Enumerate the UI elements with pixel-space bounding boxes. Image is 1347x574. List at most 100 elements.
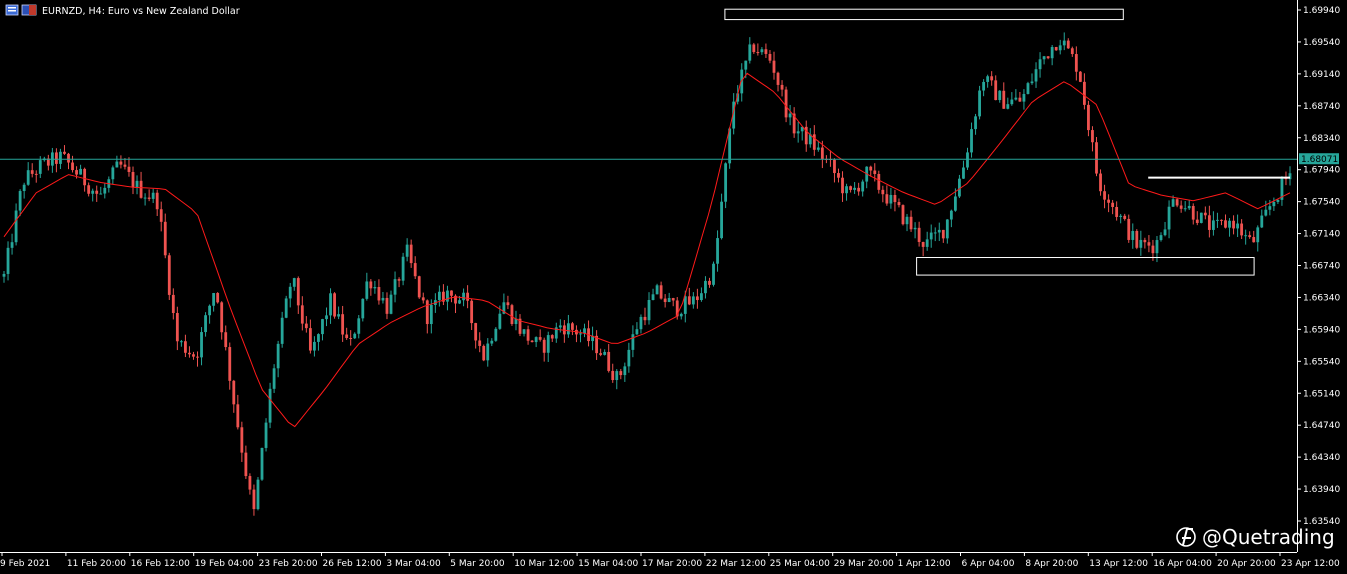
candle-body bbox=[1171, 199, 1175, 207]
candle bbox=[401, 252, 405, 286]
candle-body bbox=[1127, 218, 1131, 240]
candle-body bbox=[716, 238, 719, 264]
candle-body bbox=[1103, 191, 1106, 200]
candle-body bbox=[292, 278, 296, 287]
x-tick-label: 16 Feb 12:00 bbox=[131, 559, 190, 569]
candle-body bbox=[768, 53, 772, 61]
y-tick-label: 1.69140 bbox=[1303, 70, 1340, 80]
candle-body bbox=[812, 134, 816, 150]
candle-body bbox=[998, 90, 1002, 101]
candle-body bbox=[317, 334, 320, 342]
candle-body bbox=[30, 170, 34, 174]
candle-body bbox=[837, 173, 840, 178]
candle-body bbox=[325, 315, 328, 320]
candle-body bbox=[188, 352, 191, 355]
candle-body bbox=[623, 366, 627, 376]
candle-body bbox=[897, 202, 901, 206]
candle bbox=[655, 283, 659, 295]
candle-body bbox=[679, 313, 683, 317]
candle-body bbox=[401, 256, 405, 281]
candle-body bbox=[756, 52, 760, 54]
candle bbox=[216, 292, 220, 304]
candle-body bbox=[1002, 90, 1006, 109]
candle-body bbox=[1179, 205, 1183, 209]
candle-body bbox=[470, 300, 474, 324]
candle-body bbox=[550, 335, 554, 339]
candle-body bbox=[542, 339, 546, 353]
candle-body bbox=[220, 302, 224, 333]
candle-body bbox=[143, 197, 147, 199]
candle-body bbox=[1066, 40, 1070, 49]
candle-body bbox=[772, 60, 776, 73]
candle-body bbox=[75, 170, 78, 175]
candle-body bbox=[929, 232, 933, 240]
candle-body bbox=[1232, 220, 1235, 229]
candle-body bbox=[925, 239, 929, 247]
candle-body bbox=[1095, 142, 1098, 174]
candle-body bbox=[151, 192, 155, 199]
x-tick-label: 17 Mar 20:00 bbox=[642, 559, 702, 569]
candle-body bbox=[893, 194, 897, 203]
candle-body bbox=[599, 353, 603, 355]
candle-body bbox=[1111, 202, 1115, 207]
candle-body bbox=[869, 166, 873, 171]
y-tick-label: 1.65540 bbox=[1303, 357, 1340, 367]
candle-body bbox=[530, 340, 534, 343]
candle-body bbox=[115, 161, 119, 168]
candle-body bbox=[1187, 205, 1191, 209]
candle-body bbox=[1042, 56, 1046, 60]
chart-background bbox=[0, 0, 1347, 574]
candle bbox=[264, 418, 268, 452]
candle-body bbox=[204, 315, 207, 333]
candle-body bbox=[522, 329, 526, 334]
candle-body bbox=[700, 293, 703, 301]
candle-body bbox=[841, 177, 844, 194]
x-tick-label: 22 Mar 12:00 bbox=[706, 559, 766, 569]
candle-body bbox=[966, 152, 969, 168]
candle bbox=[1135, 229, 1139, 250]
candle-body bbox=[296, 278, 300, 306]
candle-body bbox=[1135, 230, 1139, 248]
candle-body bbox=[462, 292, 465, 301]
candle-body bbox=[1119, 215, 1123, 217]
candle-body bbox=[1248, 235, 1252, 238]
candle-body bbox=[639, 316, 643, 330]
x-tick-label: 23 Apr 12:00 bbox=[1281, 559, 1340, 569]
candle-body bbox=[945, 219, 949, 239]
candle bbox=[361, 298, 365, 322]
candle-body bbox=[413, 263, 417, 277]
candle-body bbox=[409, 244, 413, 264]
candle-body bbox=[820, 147, 824, 159]
x-tick-label: 23 Feb 20:00 bbox=[259, 559, 318, 569]
candle-body bbox=[937, 229, 941, 233]
candle-body bbox=[1123, 215, 1127, 219]
candle-body bbox=[284, 298, 288, 318]
candle-body bbox=[22, 184, 26, 192]
candle-body bbox=[986, 76, 990, 82]
candle-body bbox=[933, 232, 937, 234]
candle-body bbox=[474, 323, 478, 341]
candle-body bbox=[1030, 81, 1034, 84]
y-tick-label: 1.65940 bbox=[1303, 325, 1340, 335]
candle-body bbox=[1236, 223, 1239, 229]
candle-body bbox=[788, 113, 792, 118]
candle-body bbox=[760, 49, 764, 53]
candle-body bbox=[579, 333, 582, 335]
candle-body bbox=[1268, 206, 1272, 210]
candle-body bbox=[192, 354, 195, 357]
candle-body bbox=[381, 297, 385, 301]
candle-body bbox=[909, 216, 913, 230]
candle-body bbox=[71, 162, 74, 171]
candle-body bbox=[1078, 71, 1082, 82]
candle-body bbox=[405, 244, 409, 257]
candle-body bbox=[974, 116, 977, 130]
candle-body bbox=[913, 227, 917, 230]
x-tick-label: 19 Feb 04:00 bbox=[195, 559, 254, 569]
candle-body bbox=[853, 187, 857, 190]
candle bbox=[1026, 81, 1030, 95]
candle-body bbox=[571, 323, 574, 330]
candle-body bbox=[1143, 239, 1147, 243]
candle-body bbox=[873, 170, 877, 174]
candle-body bbox=[1276, 199, 1280, 202]
candle-body bbox=[55, 152, 58, 164]
